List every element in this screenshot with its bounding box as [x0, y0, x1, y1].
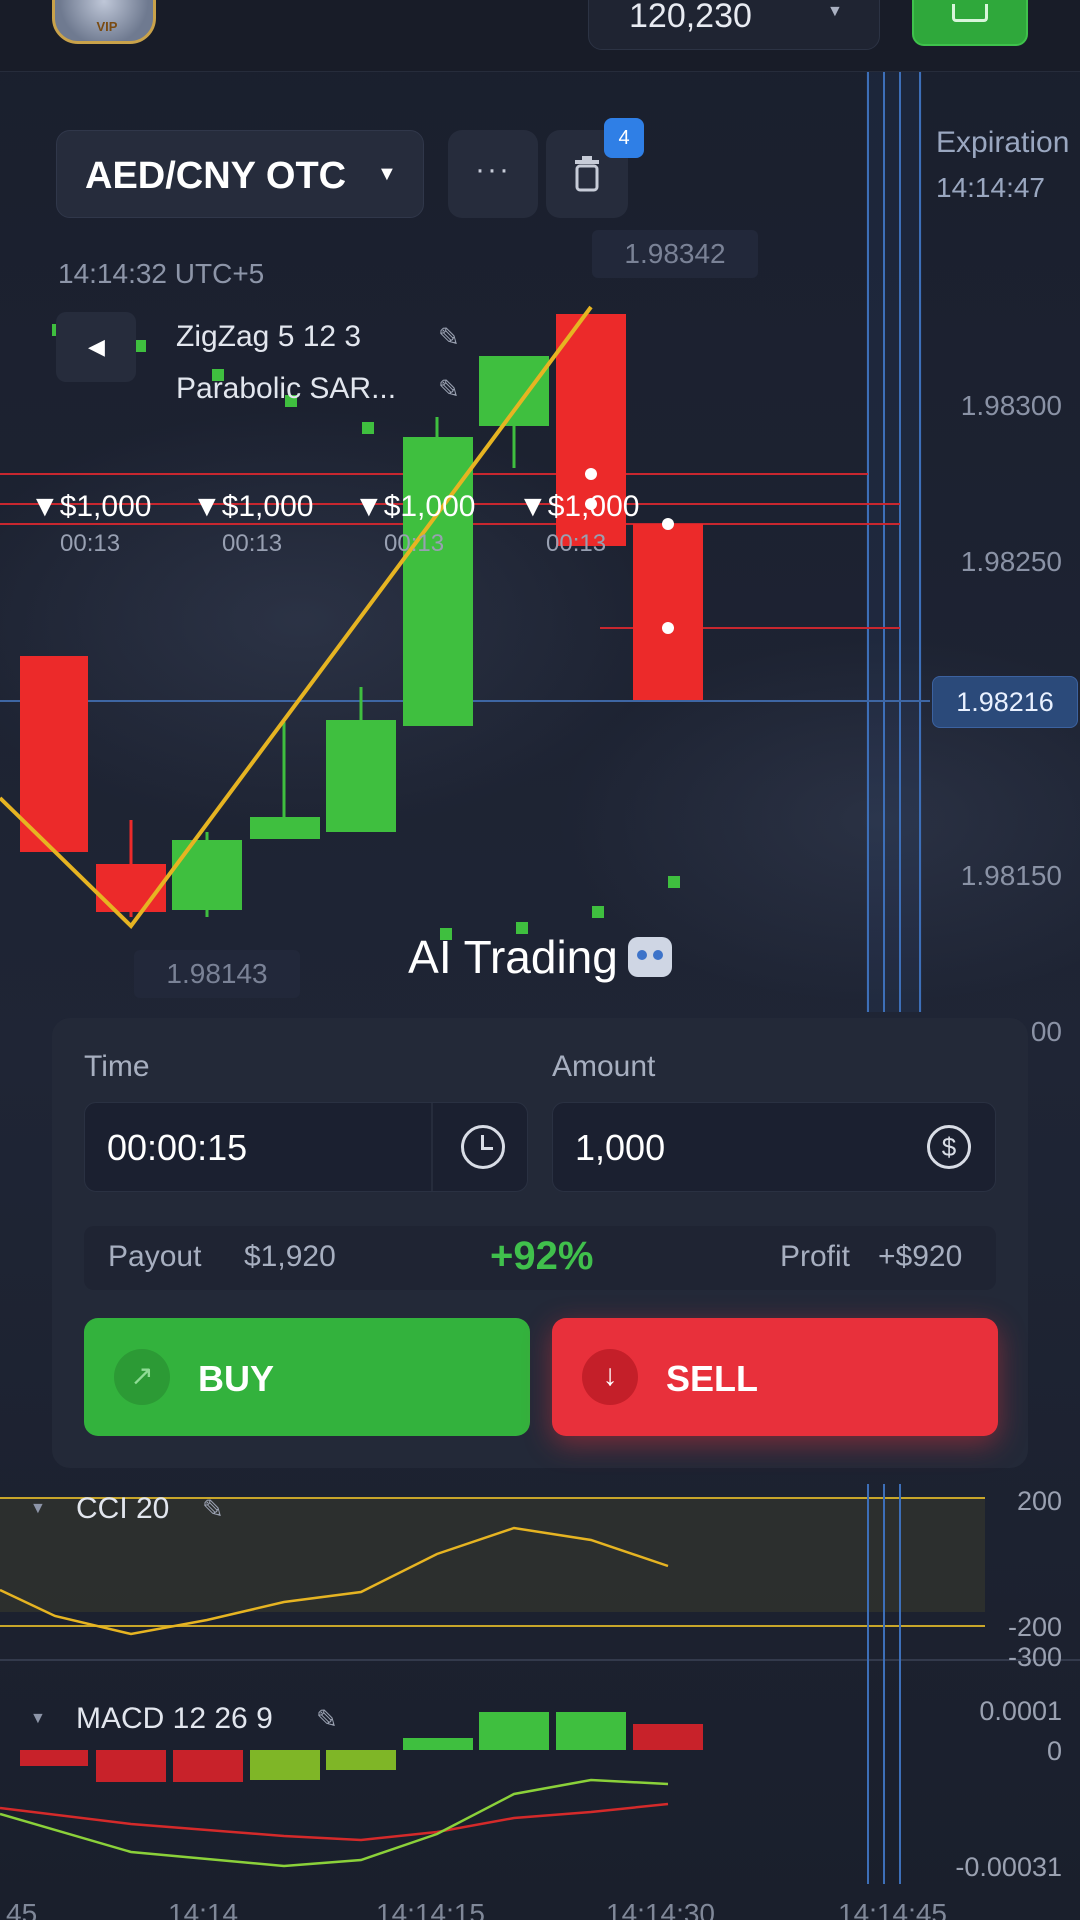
- robot-icon: [627, 937, 672, 977]
- clock-icon[interactable]: [461, 1125, 505, 1169]
- pencil-icon[interactable]: ✎: [438, 374, 460, 405]
- amount-label: Amount: [552, 1050, 656, 1083]
- drawings-count-badge: 4: [604, 118, 644, 158]
- profit-label: Profit: [780, 1240, 851, 1273]
- balance-selector[interactable]: 120,230 ▼: [588, 0, 880, 50]
- profit-value: +$920: [878, 1240, 963, 1273]
- asset-pair-label: AED/CNY OTC: [85, 155, 347, 197]
- time-axis-tick: 14:14:30: [606, 1898, 715, 1920]
- candle-up: [403, 417, 473, 726]
- cci-axis-tick: -200: [1007, 1612, 1062, 1642]
- expiration-time: 14:14:47: [936, 172, 1045, 203]
- buy-button[interactable]: ↗ BUY: [84, 1318, 530, 1436]
- sell-button[interactable]: ↓ SELL: [552, 1318, 998, 1436]
- sell-label: SELL: [666, 1358, 759, 1399]
- chevron-down-icon[interactable]: ▼: [30, 1500, 46, 1518]
- dollar-icon[interactable]: $: [927, 1125, 971, 1169]
- cci-axis-tick: -300: [1007, 1642, 1062, 1672]
- trade-marker-amount[interactable]: ▼$1,000: [354, 490, 475, 524]
- pencil-icon[interactable]: ✎: [202, 1494, 224, 1525]
- trade-marker-time: 00:13: [222, 530, 283, 557]
- price-axis-tick: 1.98300: [960, 390, 1062, 421]
- expiration-lines: [866, 72, 922, 1012]
- top-bar: VIP 120,230 ▼: [0, 0, 1080, 72]
- video-caption: AI Trading: [0, 930, 1080, 984]
- pencil-icon[interactable]: ✎: [316, 1704, 338, 1735]
- trash-icon: [575, 156, 599, 192]
- server-time: 14:14:32 UTC+5: [58, 258, 265, 289]
- price-axis-tick: 1.98250: [960, 546, 1062, 577]
- indicator-zigzag-label: ZigZag 5 12 3: [176, 320, 362, 353]
- vip-badge-icon[interactable]: VIP: [52, 0, 156, 44]
- time-input[interactable]: 00:00:15: [84, 1102, 528, 1192]
- vip-badge-label: VIP: [96, 19, 118, 34]
- time-label: Time: [84, 1050, 150, 1083]
- payout-label: Payout: [108, 1240, 202, 1273]
- field-divider: [431, 1103, 433, 1191]
- current-price-tag: 1.98216: [932, 676, 1078, 728]
- asset-selector[interactable]: AED/CNY OTC ▼: [56, 130, 424, 218]
- amount-value: 1,000: [575, 1127, 666, 1168]
- deposit-button[interactable]: [912, 0, 1028, 46]
- amount-input[interactable]: 1,000 $: [552, 1102, 996, 1192]
- wallet-icon: [952, 4, 988, 22]
- payout-row: Payout $1,920 +92% Profit +$920: [84, 1226, 996, 1290]
- chevron-left-icon: ◀: [88, 334, 105, 359]
- macd-axis-tick: 0.0001: [979, 1696, 1062, 1726]
- trade-marker-amount[interactable]: ▼$1,000: [192, 490, 313, 524]
- pencil-icon[interactable]: ✎: [438, 322, 460, 353]
- buy-label: BUY: [198, 1358, 275, 1399]
- trade-marker-time: 00:13: [60, 530, 121, 557]
- time-axis-tick: 14:14:15: [376, 1898, 485, 1920]
- candle-up: [250, 722, 320, 839]
- cci-axis-tick: 200: [1016, 1486, 1062, 1516]
- chevron-down-icon: ▼: [827, 3, 843, 20]
- expiration-label: Expiration: [936, 126, 1070, 159]
- more-dots-icon[interactable]: ···: [448, 130, 538, 218]
- candle-down: [20, 656, 88, 852]
- arrow-up-right-icon: ↗: [114, 1349, 170, 1405]
- candle-down: [633, 524, 703, 700]
- indicators-collapse-button[interactable]: ◀: [56, 312, 136, 382]
- chevron-down-icon: ▼: [377, 163, 397, 185]
- trade-marker-time: 00:13: [384, 530, 445, 557]
- candle-up: [326, 687, 396, 832]
- payout-value: $1,920: [244, 1240, 336, 1273]
- macd-axis-tick: 0: [1046, 1736, 1062, 1766]
- balance-value: 120,230: [629, 0, 752, 35]
- candle-up: [172, 832, 242, 917]
- macd-title: MACD 12 26 9: [76, 1702, 273, 1735]
- cci-title: CCI 20: [76, 1492, 170, 1525]
- payout-percent: +92%: [490, 1234, 594, 1278]
- time-axis-tick: 45: [6, 1898, 38, 1920]
- trade-marker-amount[interactable]: ▼$1,000: [518, 490, 639, 524]
- high-price-label: 1.98342: [592, 230, 758, 278]
- trade-marker-amount[interactable]: ▼$1,000: [30, 490, 151, 524]
- time-axis-tick: 14:14:45: [838, 1898, 947, 1920]
- time-value: 00:00:15: [107, 1127, 248, 1168]
- arrow-down-icon: ↓: [582, 1349, 638, 1405]
- macd-line: [0, 1778, 669, 1868]
- time-axis-tick: 14:14: [168, 1898, 239, 1920]
- price-axis-tick: 1.98150: [960, 860, 1062, 891]
- macd-signal-line: [0, 1802, 669, 1842]
- macd-axis-tick: -0.00031: [955, 1852, 1062, 1882]
- indicator-sar-label: Parabolic SAR...: [176, 372, 397, 405]
- caption-text: AI Trading: [408, 931, 618, 983]
- chevron-down-icon[interactable]: ▼: [30, 1710, 46, 1728]
- trade-marker-time: 00:13: [546, 530, 607, 557]
